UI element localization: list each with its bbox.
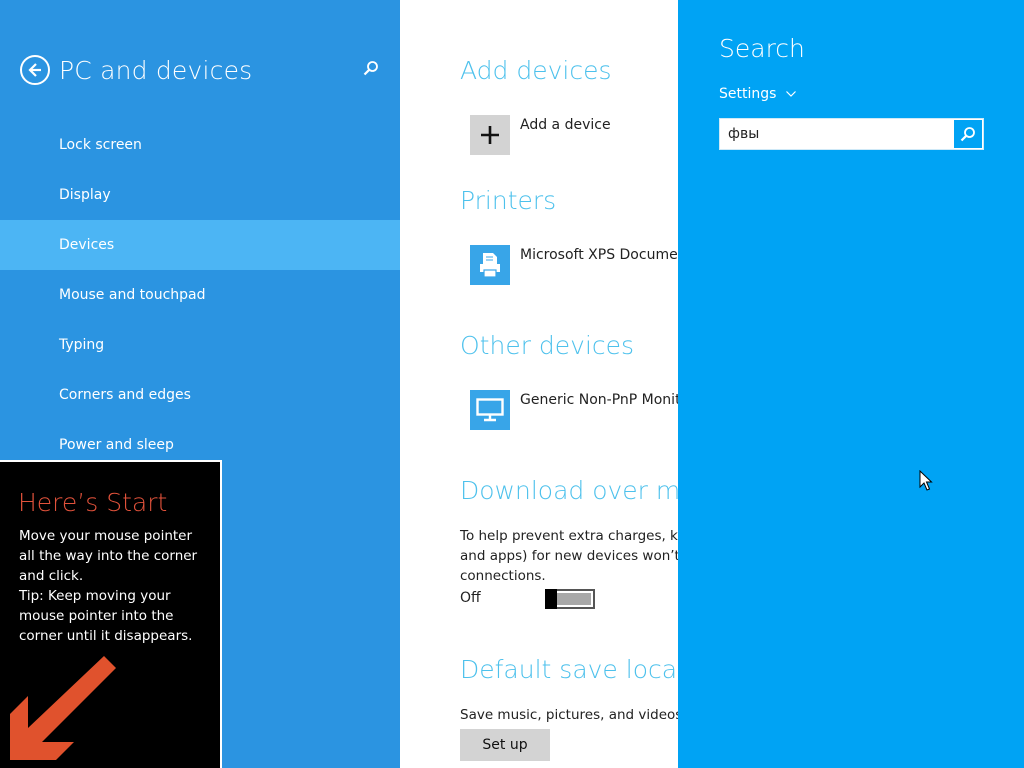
printers-heading: Printers	[460, 186, 557, 215]
nav-item-mouse-and-touchpad[interactable]: Mouse and touchpad	[0, 270, 400, 320]
default-save-heading: Default save locatio	[460, 655, 678, 684]
download-line-1: To help prevent extra charges, keep	[460, 528, 678, 544]
search-input[interactable]	[720, 119, 953, 149]
printer-icon	[480, 253, 500, 278]
add-device-label[interactable]: Add a device	[520, 117, 611, 133]
search-scope-dropdown[interactable]: Settings	[719, 86, 797, 102]
charm-title: Search	[719, 34, 805, 63]
nav-item-typing[interactable]: Typing	[0, 320, 400, 370]
nav-item-display[interactable]: Display	[0, 170, 400, 220]
start-tip-overlay: Here’s Start Move your mouse pointer all…	[0, 460, 222, 768]
search-scope-label: Settings	[719, 86, 777, 102]
download-heading: Download over met	[460, 476, 678, 505]
back-arrow-icon[interactable]	[20, 55, 50, 85]
monitor-tile[interactable]	[470, 390, 510, 430]
download-line-3: connections.	[460, 568, 546, 584]
toggle-state-label: Off	[460, 590, 481, 606]
setup-button[interactable]: Set up	[460, 729, 550, 761]
add-device-button[interactable]	[470, 115, 510, 155]
monitor-label[interactable]: Generic Non-PnP Monito	[520, 392, 678, 408]
download-line-2: and apps) for new devices won’t do	[460, 548, 678, 564]
start-tip-line: Tip: Keep moving your	[19, 588, 171, 604]
chevron-down-icon	[786, 91, 797, 97]
download-description: To help prevent extra charges, keep and …	[460, 526, 678, 586]
search-box	[719, 118, 984, 150]
default-save-description: Save music, pictures, and videos to	[460, 707, 678, 723]
start-tip-title: Here’s Start	[18, 488, 168, 517]
nav-item-lock-screen[interactable]: Lock screen	[0, 120, 400, 170]
mouse-cursor-icon	[919, 470, 933, 491]
start-tip-body: Move your mouse pointer all the way into…	[19, 526, 214, 646]
search-go-button[interactable]	[953, 119, 983, 149]
start-tip-line: all the way into the corner	[19, 548, 198, 564]
start-tip-line: and click.	[19, 568, 84, 584]
page-title: PC and devices	[59, 55, 253, 85]
nav-item-devices[interactable]: Devices	[0, 220, 400, 270]
nav-list: Lock screen Display Devices Mouse and to…	[0, 120, 400, 470]
search-charm: Search Settings	[678, 0, 1024, 768]
add-devices-heading: Add devices	[460, 56, 612, 85]
start-tip-line: mouse pointer into the	[19, 608, 174, 624]
search-icon	[960, 127, 975, 142]
start-tip-line: corner until it disappears.	[19, 628, 193, 644]
monitor-icon	[476, 398, 504, 422]
search-icon[interactable]	[362, 60, 380, 78]
start-tip-line: Move your mouse pointer	[19, 528, 193, 544]
plus-icon	[481, 126, 499, 144]
printer-label[interactable]: Microsoft XPS Document	[520, 247, 678, 263]
nav-item-corners-and-edges[interactable]: Corners and edges	[0, 370, 400, 420]
printer-tile[interactable]	[470, 245, 510, 285]
content-pane: Add devices Add a device Printers Micros…	[400, 0, 678, 768]
toggle-knob[interactable]	[545, 589, 557, 609]
corner-arrow-icon	[10, 656, 116, 760]
other-devices-heading: Other devices	[460, 331, 635, 360]
metered-download-toggle[interactable]	[545, 589, 595, 609]
nav-header: PC and devices	[20, 52, 252, 88]
